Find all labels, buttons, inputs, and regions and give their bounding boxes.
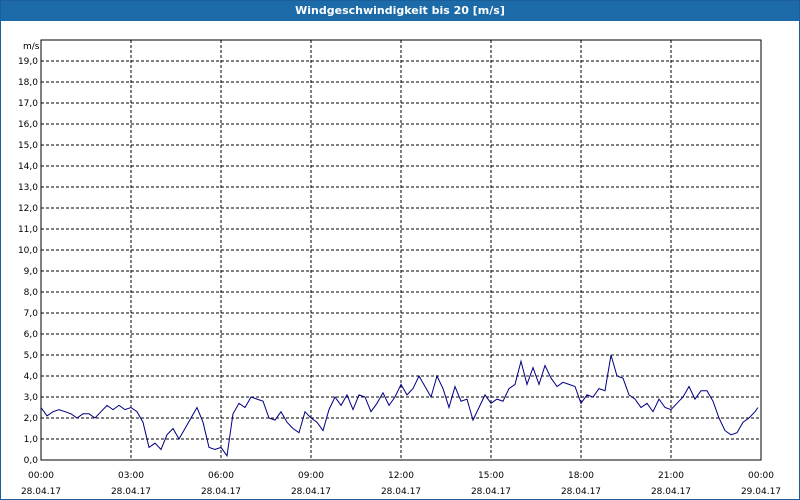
x-tick-date: 29.04.17 (741, 487, 781, 497)
x-tick-time: 00:00 (748, 471, 774, 481)
x-tick-time: 15:00 (478, 471, 504, 481)
y-tick-label: 10,0 (18, 246, 38, 256)
x-tick-time: 00:00 (28, 471, 54, 481)
y-unit-label: m/s (23, 42, 40, 52)
x-tick-date: 28.04.17 (381, 487, 421, 497)
y-tick-label: 11,0 (18, 225, 38, 235)
x-tick-time: 12:00 (388, 471, 414, 481)
x-tick-date: 28.04.17 (651, 487, 691, 497)
x-tick-date: 28.04.17 (471, 487, 511, 497)
x-tick-time: 18:00 (568, 471, 594, 481)
y-tick-label: 14,0 (18, 162, 38, 172)
y-tick-label: 19,0 (18, 57, 38, 67)
x-tick-date: 28.04.17 (201, 487, 241, 497)
chart-window: Windgeschwindigkeit bis 20 [m/s] m/s 0,0… (0, 0, 800, 500)
y-tick-label: 18,0 (18, 78, 38, 88)
x-tick-date: 28.04.17 (561, 487, 601, 497)
y-tick-label: 15,0 (18, 141, 38, 151)
x-tick-time: 06:00 (208, 471, 234, 481)
x-axis-labels: 00:00 28.04.17 03:00 28.04.17 06:00 28.04.17 0… (21, 471, 781, 497)
y-tick-label: 6,0 (24, 330, 39, 340)
y-tick-label: 5,0 (24, 351, 39, 361)
chart-grid (41, 40, 761, 460)
x-tick-date: 28.04.17 (21, 487, 61, 497)
y-tick-label: 4,0 (24, 372, 39, 382)
window-title: Windgeschwindigkeit bis 20 [m/s] (1, 1, 799, 21)
x-tick-time: 21:00 (658, 471, 684, 481)
y-tick-label: 2,0 (24, 414, 39, 424)
y-tick-label: 1,0 (24, 435, 39, 445)
y-tick-label: 3,0 (24, 393, 39, 403)
y-tick-label: 8,0 (24, 288, 39, 298)
wind-speed-chart: m/s 0,0 1,0 2,0 3,0 4,0 5,0 6,0 7,0 8,0 9,0 10,0 11… (18, 39, 781, 497)
y-tick-label: 9,0 (24, 267, 39, 277)
y-tick-label: 7,0 (24, 309, 39, 319)
y-tick-label: 0,0 (24, 456, 39, 466)
y-tick-label: 13,0 (18, 183, 38, 193)
y-tick-label: 12,0 (18, 204, 38, 214)
x-tick-date: 28.04.17 (111, 487, 151, 497)
y-tick-label: 17,0 (18, 99, 38, 109)
y-axis-labels: 0,0 1,0 2,0 3,0 4,0 5,0 6,0 7,0 8,0 9,0 10,0 11,0 12… (18, 57, 38, 466)
y-tick-label: 16,0 (18, 120, 38, 130)
x-tick-time: 03:00 (118, 471, 144, 481)
wind-speed-line (40, 354, 759, 458)
x-tick-date: 28.04.17 (291, 487, 331, 497)
x-tick-time: 09:00 (298, 471, 324, 481)
